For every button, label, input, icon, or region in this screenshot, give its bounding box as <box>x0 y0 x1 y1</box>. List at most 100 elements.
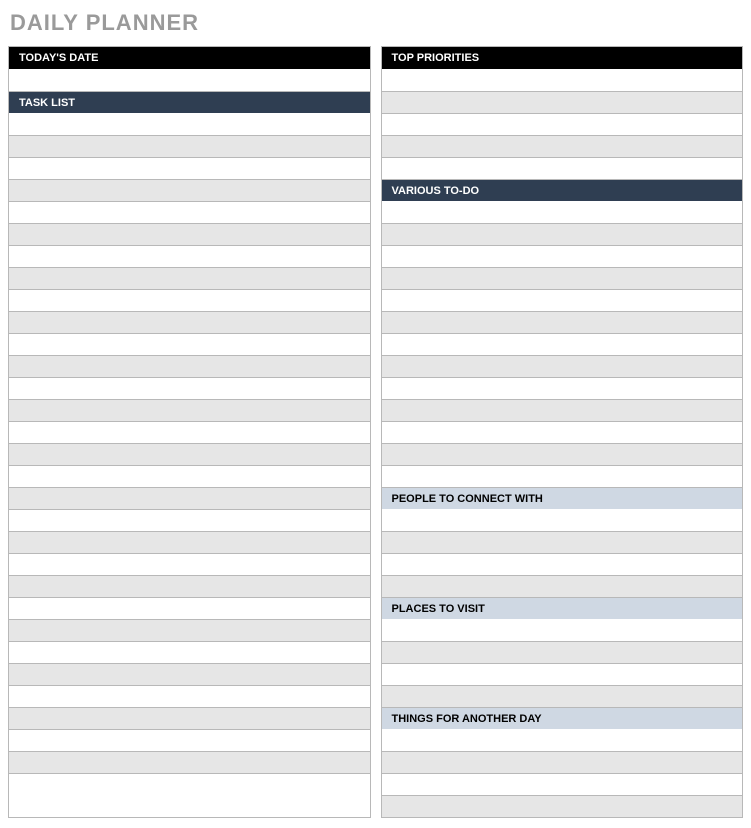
task-row[interactable] <box>9 311 370 333</box>
task-row[interactable] <box>9 333 370 355</box>
task-row[interactable] <box>9 729 370 751</box>
task-input[interactable] <box>9 378 370 399</box>
task-input[interactable] <box>9 268 370 289</box>
todo-row[interactable] <box>382 465 743 487</box>
another-day-input[interactable] <box>382 774 743 795</box>
task-input[interactable] <box>9 422 370 443</box>
todo-row[interactable] <box>382 355 743 377</box>
todo-row[interactable] <box>382 399 743 421</box>
people-input[interactable] <box>382 532 743 553</box>
places-input[interactable] <box>382 686 743 707</box>
task-input[interactable] <box>9 334 370 355</box>
task-row[interactable] <box>9 201 370 223</box>
task-row[interactable] <box>9 619 370 641</box>
task-row[interactable] <box>9 685 370 707</box>
people-input[interactable] <box>382 554 743 575</box>
todays-date-input[interactable] <box>9 69 370 91</box>
task-input[interactable] <box>9 532 370 553</box>
task-input[interactable] <box>9 444 370 465</box>
priority-row[interactable] <box>382 157 743 179</box>
todo-input[interactable] <box>382 400 743 421</box>
task-input[interactable] <box>9 642 370 663</box>
todo-row[interactable] <box>382 201 743 223</box>
task-row[interactable] <box>9 751 370 773</box>
todo-row[interactable] <box>382 311 743 333</box>
task-row[interactable] <box>9 113 370 135</box>
todo-row[interactable] <box>382 289 743 311</box>
todo-input[interactable] <box>382 444 743 465</box>
todo-row[interactable] <box>382 267 743 289</box>
task-input[interactable] <box>9 488 370 509</box>
todo-row[interactable] <box>382 223 743 245</box>
places-input[interactable] <box>382 664 743 685</box>
places-row[interactable] <box>382 685 743 707</box>
task-input[interactable] <box>9 356 370 377</box>
todo-input[interactable] <box>382 268 743 289</box>
people-row[interactable] <box>382 575 743 597</box>
places-row[interactable] <box>382 663 743 685</box>
task-row[interactable] <box>9 355 370 377</box>
task-row[interactable] <box>9 465 370 487</box>
priority-row[interactable] <box>382 135 743 157</box>
task-input[interactable] <box>9 224 370 245</box>
task-row[interactable] <box>9 663 370 685</box>
priority-input[interactable] <box>382 92 743 113</box>
task-row[interactable] <box>9 245 370 267</box>
people-input[interactable] <box>382 509 743 531</box>
todo-row[interactable] <box>382 443 743 465</box>
todo-input[interactable] <box>382 312 743 333</box>
task-input[interactable] <box>9 400 370 421</box>
task-input[interactable] <box>9 180 370 201</box>
task-row[interactable] <box>9 487 370 509</box>
task-input[interactable] <box>9 664 370 685</box>
task-row[interactable] <box>9 773 370 795</box>
task-row[interactable] <box>9 509 370 531</box>
task-row[interactable] <box>9 443 370 465</box>
task-input[interactable] <box>9 290 370 311</box>
todo-row[interactable] <box>382 421 743 443</box>
task-input[interactable] <box>9 202 370 223</box>
another-day-input[interactable] <box>382 752 743 773</box>
todo-row[interactable] <box>382 377 743 399</box>
task-input[interactable] <box>9 113 370 135</box>
task-input[interactable] <box>9 246 370 267</box>
priority-input[interactable] <box>382 158 743 179</box>
todo-input[interactable] <box>382 378 743 399</box>
another-day-row[interactable] <box>382 751 743 773</box>
task-row[interactable] <box>9 553 370 575</box>
task-input[interactable] <box>9 598 370 619</box>
todo-input[interactable] <box>382 334 743 355</box>
task-row[interactable] <box>9 399 370 421</box>
todo-input[interactable] <box>382 356 743 377</box>
task-input[interactable] <box>9 312 370 333</box>
task-input[interactable] <box>9 554 370 575</box>
task-input[interactable] <box>9 774 370 795</box>
todo-input[interactable] <box>382 290 743 311</box>
places-row[interactable] <box>382 641 743 663</box>
todo-input[interactable] <box>382 201 743 223</box>
task-row[interactable] <box>9 377 370 399</box>
people-row[interactable] <box>382 509 743 531</box>
task-row[interactable] <box>9 421 370 443</box>
task-input[interactable] <box>9 136 370 157</box>
priority-row[interactable] <box>382 113 743 135</box>
task-input[interactable] <box>9 708 370 729</box>
priority-input[interactable] <box>382 136 743 157</box>
another-day-input[interactable] <box>382 729 743 751</box>
another-day-row[interactable] <box>382 729 743 751</box>
task-row[interactable] <box>9 289 370 311</box>
people-row[interactable] <box>382 553 743 575</box>
priority-input[interactable] <box>382 69 743 91</box>
task-row[interactable] <box>9 597 370 619</box>
places-input[interactable] <box>382 619 743 641</box>
task-input[interactable] <box>9 686 370 707</box>
task-input[interactable] <box>9 510 370 531</box>
task-input[interactable] <box>9 620 370 641</box>
task-row[interactable] <box>9 223 370 245</box>
task-row[interactable] <box>9 575 370 597</box>
todays-date-row[interactable] <box>9 69 370 91</box>
priority-row[interactable] <box>382 69 743 91</box>
todo-row[interactable] <box>382 333 743 355</box>
task-row[interactable] <box>9 179 370 201</box>
todo-input[interactable] <box>382 246 743 267</box>
